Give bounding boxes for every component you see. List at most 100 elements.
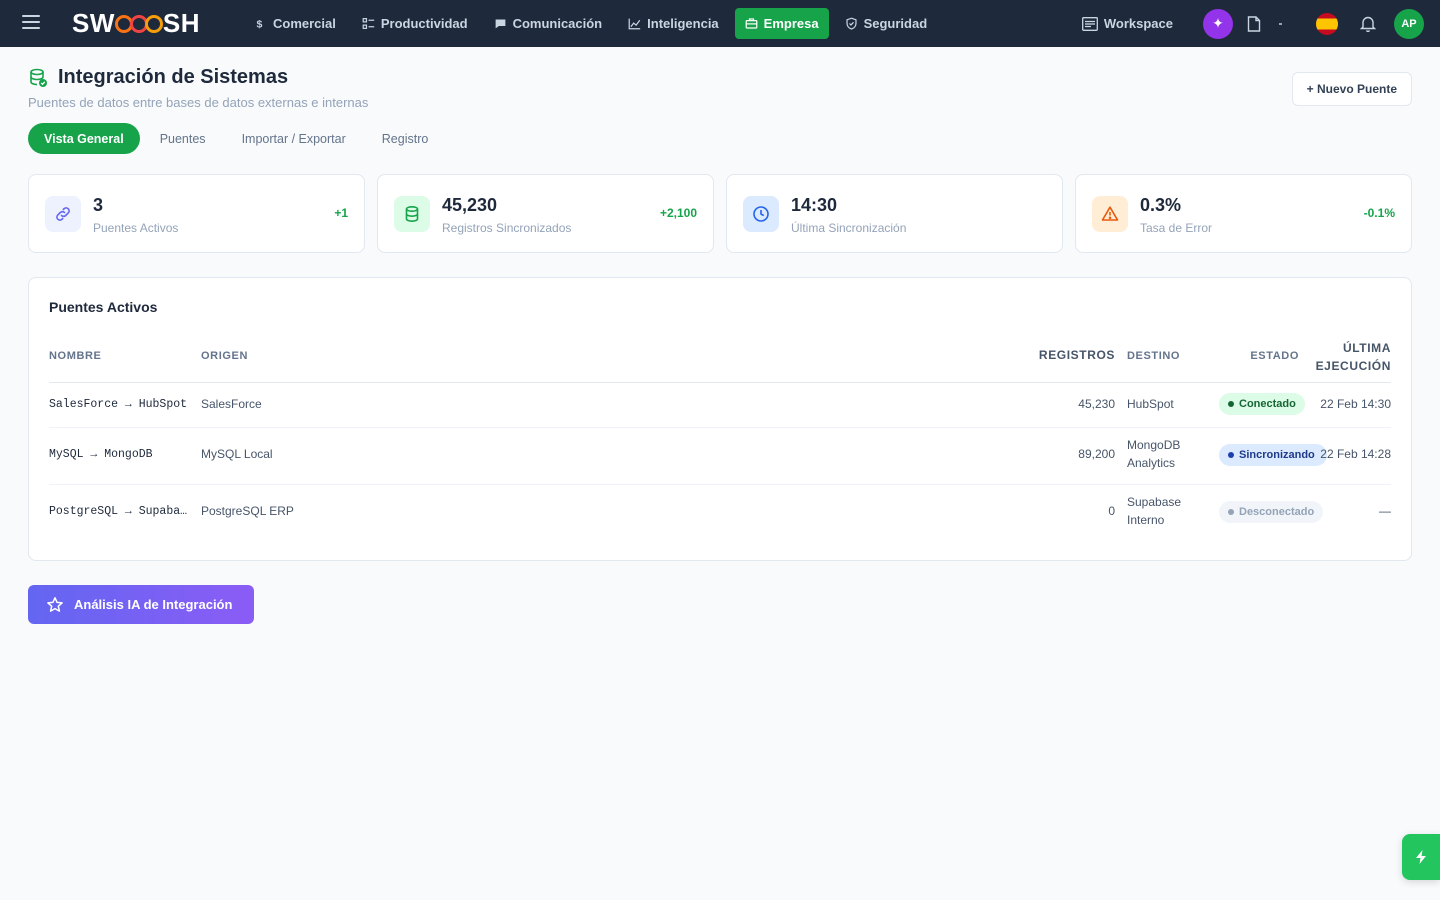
main-nav: $ Comercial Productividad Comunicación I… [244, 8, 943, 39]
tab-registro[interactable]: Registro [366, 123, 445, 154]
page-subtitle: Puentes de datos entre bases de datos ex… [28, 95, 369, 110]
column-header-records[interactable]: Registros [1029, 348, 1115, 362]
nav-item-seguridad[interactable]: Seguridad [835, 8, 938, 39]
tab-importar-exportar[interactable]: Importar / Exportar [226, 123, 362, 154]
status-badge: Conectado [1219, 393, 1305, 415]
nav-item-comunicacion[interactable]: Comunicación [484, 8, 613, 39]
stat-card-synced-records: 45,230 Registros Sincronizados +2,100 [377, 174, 714, 253]
table-row-name[interactable]: MySQL → MongoDB [49, 446, 189, 464]
nav-label: Seguridad [863, 16, 928, 31]
sparkle-icon: ✦ [1212, 15, 1224, 31]
table-row-destination: MongoDB Analytics [1127, 436, 1180, 472]
status-text: Desconectado [1239, 506, 1315, 518]
destination-line: Supabase [1127, 495, 1182, 509]
page-title: Integración de Sistemas [28, 66, 368, 89]
tab-bar: Vista General Puentes Importar / Exporta… [28, 123, 448, 154]
header-line: Última [1342, 341, 1391, 355]
table-row-last-run: 22 Feb 14:30 [1320, 397, 1391, 411]
nav-item-productividad[interactable]: Productividad [352, 8, 478, 39]
page-header: Integración de Sistemas Puentes de datos… [28, 66, 368, 110]
stat-value: 0.3% [1140, 195, 1182, 215]
destination-line: Analytics [1127, 456, 1176, 470]
table-row-records: 89,200 [1078, 447, 1115, 461]
dropdown-indicator[interactable] [1279, 22, 1282, 25]
active-bridges-panel: Puentes Activos Nombre Origen Registros … [28, 277, 1412, 561]
star-icon [47, 596, 63, 612]
stat-value: 14:30 [791, 195, 838, 215]
table-row-last-run: — [1379, 504, 1391, 518]
table-row-destination: HubSpot [1127, 397, 1174, 411]
nav-right-tools: Workspace ✦ AP [1081, 8, 1424, 39]
top-navigation-bar: SW SH $ Comercial Productividad Comunicac… [0, 0, 1440, 47]
stat-icon-wrap [743, 196, 779, 232]
stat-label: Puentes Activos [93, 221, 179, 235]
stat-value: 45,230 [442, 195, 498, 215]
menu-icon[interactable] [22, 15, 40, 31]
briefcase-icon [745, 18, 758, 29]
column-header-status[interactable]: Estado [1229, 350, 1299, 362]
nav-label: Productividad [380, 16, 468, 31]
new-bridge-button[interactable]: + Nuevo Puente [1291, 72, 1412, 106]
stat-card-error-rate: 0.3% Tasa de Error -0.1% [1075, 174, 1412, 253]
stat-icon-wrap [394, 196, 430, 232]
table-row-origin: MySQL Local [201, 447, 273, 461]
ai-button-label: Análisis IA de Integración [74, 597, 233, 612]
stat-icon-wrap [45, 196, 81, 232]
header-divider [49, 382, 1391, 383]
panel-title: Puentes Activos [49, 299, 158, 315]
warning-icon [1101, 206, 1119, 221]
quick-action-button[interactable] [1402, 834, 1440, 880]
stat-delta: +1 [334, 206, 348, 220]
table-row-name[interactable]: SalesForce → HubSpot [49, 396, 189, 414]
table-row-origin: PostgreSQL ERP [201, 504, 294, 518]
bell-icon[interactable] [1360, 15, 1376, 32]
spain-flag-icon[interactable] [1316, 12, 1338, 35]
database-check-icon [30, 68, 47, 87]
stat-label: Registros Sincronizados [442, 221, 572, 235]
page-title-text: Integración de Sistemas [58, 66, 289, 88]
document-icon[interactable] [1247, 15, 1261, 32]
status-dot [1228, 452, 1234, 458]
nav-label: Comercial [273, 16, 336, 31]
ai-integration-analysis-button[interactable]: Análisis IA de Integración [28, 585, 254, 624]
avatar[interactable]: AP [1394, 8, 1424, 39]
clock-icon [753, 206, 769, 222]
status-text: Conectado [1239, 398, 1296, 410]
workspace-label: Workspace [1103, 16, 1173, 31]
table-row-name[interactable]: PostgreSQL → Supabase [49, 503, 189, 521]
nav-item-empresa[interactable]: Empresa [734, 8, 829, 39]
stat-label: Última Sincronización [791, 221, 907, 235]
destination-line: MongoDB [1127, 438, 1181, 452]
table-row-last-run: 22 Feb 14:28 [1320, 447, 1391, 461]
destination-line: Interno [1127, 513, 1165, 527]
column-header-last-run[interactable]: Última Ejecución [1309, 339, 1391, 375]
stat-card-active-bridges: 3 Puentes Activos +1 [28, 174, 365, 253]
status-dot [1228, 509, 1234, 515]
chat-icon [495, 19, 505, 29]
stat-delta: -0.1% [1363, 206, 1395, 220]
tab-vista-general[interactable]: Vista General [28, 123, 140, 154]
column-header-destination[interactable]: Destino [1127, 350, 1180, 362]
column-header-origin[interactable]: Origen [201, 350, 248, 362]
checklist-icon [362, 18, 375, 29]
swooosh-logo[interactable]: SW SH [72, 9, 200, 37]
nav-item-inteligencia[interactable]: Inteligencia [618, 8, 729, 39]
avatar-initials: AP [1401, 17, 1417, 30]
nav-label: Comunicación [512, 16, 603, 31]
column-header-name[interactable]: Nombre [49, 350, 102, 362]
workspace-icon [1081, 16, 1098, 31]
nav-label: Empresa [763, 16, 819, 31]
stat-label: Tasa de Error [1140, 221, 1213, 235]
ai-assistant-button[interactable]: ✦ [1203, 8, 1233, 39]
stat-icon-wrap [1092, 196, 1128, 232]
stat-value: 3 [93, 195, 104, 215]
svg-text:$: $ [256, 19, 262, 30]
workspace-button[interactable]: Workspace [1081, 16, 1173, 31]
stat-card-last-sync: 14:30 Última Sincronización [726, 174, 1063, 253]
logo-prefix: SW [72, 8, 115, 38]
table-row-records: 45,230 [1078, 397, 1115, 411]
nav-label: Inteligencia [647, 16, 719, 31]
tab-puentes[interactable]: Puentes [144, 123, 222, 154]
row-divider [49, 484, 1391, 485]
nav-item-comercial[interactable]: $ Comercial [244, 8, 346, 39]
